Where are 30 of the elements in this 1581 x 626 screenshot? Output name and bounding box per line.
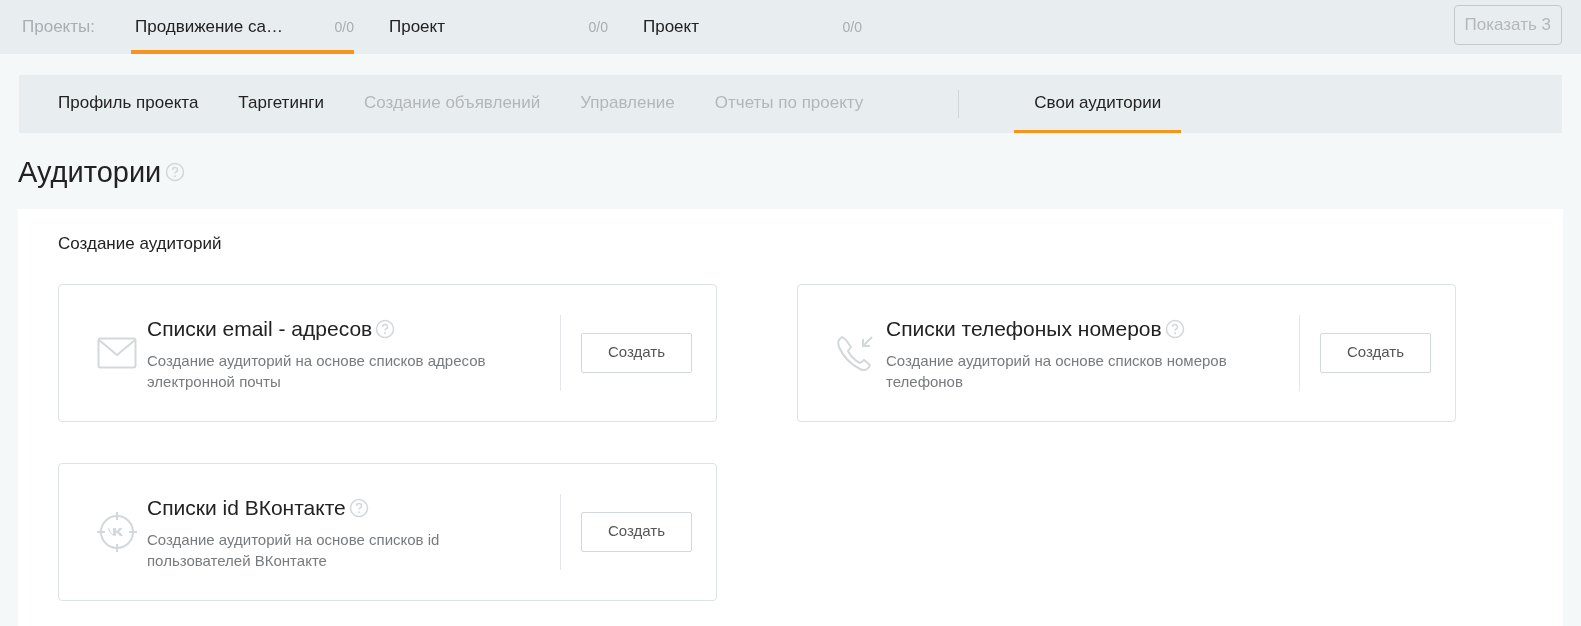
project-count: 0/0 xyxy=(334,17,354,37)
help-icon[interactable] xyxy=(165,162,186,182)
project-count: 0/0 xyxy=(588,17,608,37)
help-icon[interactable] xyxy=(348,497,369,518)
card-title: Списки id ВКонтакте xyxy=(147,494,346,521)
project-tab[interactable]: Проект 0/0 xyxy=(384,0,608,54)
card-description: Создание аудиторий на основе списков номеров телефонов xyxy=(886,351,1228,393)
panel-title: Создание аудиторий xyxy=(58,233,223,255)
envelope-icon xyxy=(97,336,137,369)
projects-label: Проекты: xyxy=(22,16,95,39)
section-tab[interactable]: Свои аудитории xyxy=(1014,75,1182,133)
card-title: Списки email - адресов xyxy=(147,315,373,342)
create-button[interactable]: Создать xyxy=(581,332,692,373)
create-button[interactable]: Создать xyxy=(1320,332,1431,373)
target-icon xyxy=(97,511,137,552)
project-count: 0/0 xyxy=(842,17,862,37)
project-name: Проект xyxy=(388,16,445,39)
project-name: Проект xyxy=(642,16,699,39)
project-tab[interactable]: Проект 0/0 xyxy=(638,0,862,54)
create-button[interactable]: Создать xyxy=(581,511,692,552)
help-icon[interactable] xyxy=(1164,318,1185,339)
section-tab[interactable]: Профиль проекта xyxy=(38,75,219,133)
section-tab[interactable]: Таргетинги xyxy=(218,75,344,133)
card-title: Списки телефоных номеров xyxy=(886,315,1162,342)
project-name: Продвижение са… xyxy=(134,16,283,39)
page-title: Аудитории xyxy=(18,157,162,187)
card-description: Создание аудиторий на основе списков id пользователей ВКонтакте xyxy=(147,530,441,572)
card-description: Создание аудиторий на основе списков адресов электронной почты xyxy=(147,351,487,393)
project-tab[interactable]: Продвижение са… 0/0 xyxy=(130,0,354,54)
help-icon[interactable] xyxy=(375,318,396,339)
